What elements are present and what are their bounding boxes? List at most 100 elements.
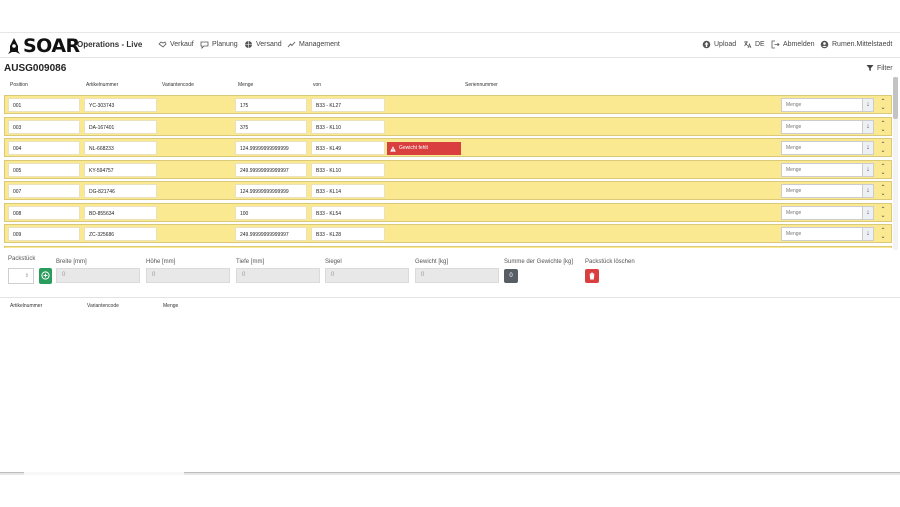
tiefe-input[interactable]: 0 [236, 268, 320, 283]
chevron-down-icon[interactable]: ⌄ [880, 213, 885, 219]
section-divider [0, 297, 900, 298]
soar-logo[interactable]: SOAR [7, 35, 80, 57]
quantity-stepper[interactable]: ⌃ ⌄ [878, 226, 888, 242]
packstueck-form: Packstück ⇕ Breite [mm] 0 Höhe [mm] 0 Ti… [0, 256, 900, 296]
nav-planung[interactable]: Planung [200, 40, 238, 49]
logo-text: SOAR [23, 35, 80, 57]
order-id-title: AUSG009086 [4, 63, 67, 74]
translate-icon [743, 40, 752, 49]
menge-cell: 175 [235, 98, 307, 112]
arrow-down-icon[interactable]: ↓ [862, 98, 874, 112]
content-header-artikelnummer: Artikelnummer [10, 303, 43, 309]
nav-versand[interactable]: Versand [244, 40, 282, 49]
arrow-down-icon[interactable]: ↓ [862, 184, 874, 198]
content-header-menge: Menge [163, 303, 179, 309]
chevron-down-icon[interactable]: ⌄ [880, 170, 885, 176]
quantity-stepper[interactable]: ⌃ ⌄ [878, 183, 888, 199]
hoehe-input[interactable]: 0 [146, 268, 230, 283]
add-packstueck-button[interactable] [39, 268, 52, 284]
header-menge: Menge [238, 82, 254, 88]
position-cell: 003 [8, 120, 80, 134]
hoehe-label: Höhe [mm] [146, 259, 176, 265]
quantity-stepper[interactable]: ⌃ ⌄ [878, 162, 888, 178]
table-row[interactable]: 007 DG-821746 124.99999999999999 B33 - K… [4, 181, 892, 200]
nav-upload[interactable]: Upload [702, 40, 736, 49]
table-row[interactable]: 009 ZC-325686 249.99999999999997 B33 - K… [4, 224, 892, 243]
browser-top-area [0, 0, 900, 33]
gewicht-input[interactable]: 0 [415, 268, 499, 283]
siegel-input[interactable]: 0 [325, 268, 409, 283]
logout-icon [771, 40, 780, 49]
quantity-stepper[interactable]: ⌃ ⌄ [878, 140, 888, 156]
nav-verkauf-label: Verkauf [170, 41, 194, 48]
nav-versand-label: Versand [256, 41, 282, 48]
arrow-down-icon[interactable]: ↓ [862, 120, 874, 134]
menge-input[interactable]: Menge [781, 163, 863, 177]
user-name: Rumen.Mittelstaedt [832, 41, 893, 48]
header-seriennummer: Seriennummer [465, 82, 498, 88]
table-row-partial[interactable] [4, 246, 892, 248]
plus-circle-icon [41, 267, 50, 285]
chevron-down-icon[interactable]: ⌄ [880, 234, 885, 240]
arrow-down-icon[interactable]: ↓ [862, 227, 874, 241]
quantity-stepper[interactable]: ⌃ ⌄ [878, 119, 888, 135]
warning-icon [390, 145, 396, 152]
quantity-stepper[interactable]: ⌃ ⌄ [878, 205, 888, 221]
breite-input[interactable]: 0 [56, 268, 140, 283]
weight-missing-badge: Gewicht fehlt [387, 142, 461, 155]
table-row[interactable]: 008 BD-855634 100 B33 - KL54 Menge ↓ ⌃ ⌄ [4, 203, 892, 222]
table-row[interactable]: 004 NL-668233 124.99999999999999 B33 - K… [4, 138, 892, 157]
nav-management[interactable]: Management [287, 40, 340, 49]
packstueck-number-input[interactable]: ⇕ [8, 268, 34, 284]
rocket-logo-icon [7, 37, 21, 55]
quantity-stepper[interactable]: ⌃ ⌄ [878, 97, 888, 113]
menge-cell: 124.99999999999999 [235, 184, 307, 198]
von-cell: B33 - KL27 [311, 98, 385, 112]
summe-gewichte-label: Summe der Gewichte [kg] [504, 259, 574, 265]
artikel-cell: NL-668233 [84, 141, 157, 155]
table-row[interactable]: 005 KY-594757 249.99999999999997 B33 - K… [4, 160, 892, 179]
scrollbar-thumb[interactable] [893, 77, 898, 119]
artikel-cell: YC-303743 [84, 98, 157, 112]
chevron-down-icon[interactable]: ⌄ [880, 191, 885, 197]
nav-planung-label: Planung [212, 41, 238, 48]
user-menu[interactable]: Rumen.Mittelstaedt [820, 40, 892, 49]
von-cell: B33 - KL10 [311, 163, 385, 177]
horizontal-scrollbar-thumb[interactable] [24, 472, 184, 475]
menge-input[interactable]: Menge [781, 141, 863, 155]
packstueck-content-header: Artikelnummer Variantencode Menge [0, 303, 900, 311]
filter-button[interactable]: Filter [866, 64, 893, 72]
positions-table-header: Position Artikelnummer Variantencode Men… [0, 82, 900, 90]
menge-input[interactable]: Menge [781, 206, 863, 220]
delete-packstueck-button[interactable] [585, 269, 599, 283]
tiefe-label: Tiefe [mm] [236, 259, 265, 265]
menge-input[interactable]: Menge [781, 98, 863, 112]
arrow-down-icon[interactable]: ↓ [862, 206, 874, 220]
table-scrollbar[interactable] [893, 77, 898, 250]
menge-input[interactable]: Menge [781, 120, 863, 134]
chevron-down-icon[interactable]: ⌄ [880, 105, 885, 111]
menge-cell: 249.99999999999997 [235, 163, 307, 177]
table-row[interactable]: 001 YC-303743 175 B33 - KL27 Menge ↓ ⌃ ⌄ [4, 95, 892, 114]
chevron-down-icon[interactable]: ⌄ [880, 127, 885, 133]
arrow-down-icon[interactable]: ↓ [862, 163, 874, 177]
horizontal-scrollbar[interactable] [0, 472, 900, 475]
artikel-cell: BD-855634 [84, 206, 157, 220]
von-cell: B33 - KL54 [311, 206, 385, 220]
menge-input[interactable]: Menge [781, 227, 863, 241]
nav-abmelden-label: Abmelden [783, 41, 815, 48]
gewicht-label: Gewicht [kg] [415, 259, 449, 265]
filter-icon [866, 64, 874, 72]
nav-verkauf[interactable]: Verkauf [158, 40, 194, 49]
table-row[interactable]: 003 DA-167401 375 B33 - KL10 Menge ↓ ⌃ ⌄ [4, 117, 892, 136]
language-switch[interactable]: DE [743, 40, 765, 49]
upload-icon [702, 40, 711, 49]
menge-input[interactable]: Menge [781, 184, 863, 198]
chevron-down-icon[interactable]: ⌄ [880, 148, 885, 154]
navbar: SOAR Operations - Live Verkauf Planung V… [0, 34, 900, 58]
position-cell: 005 [8, 163, 80, 177]
position-cell: 009 [8, 227, 80, 241]
arrow-down-icon[interactable]: ↓ [862, 141, 874, 155]
globe-icon [244, 40, 253, 49]
nav-abmelden[interactable]: Abmelden [771, 40, 815, 49]
